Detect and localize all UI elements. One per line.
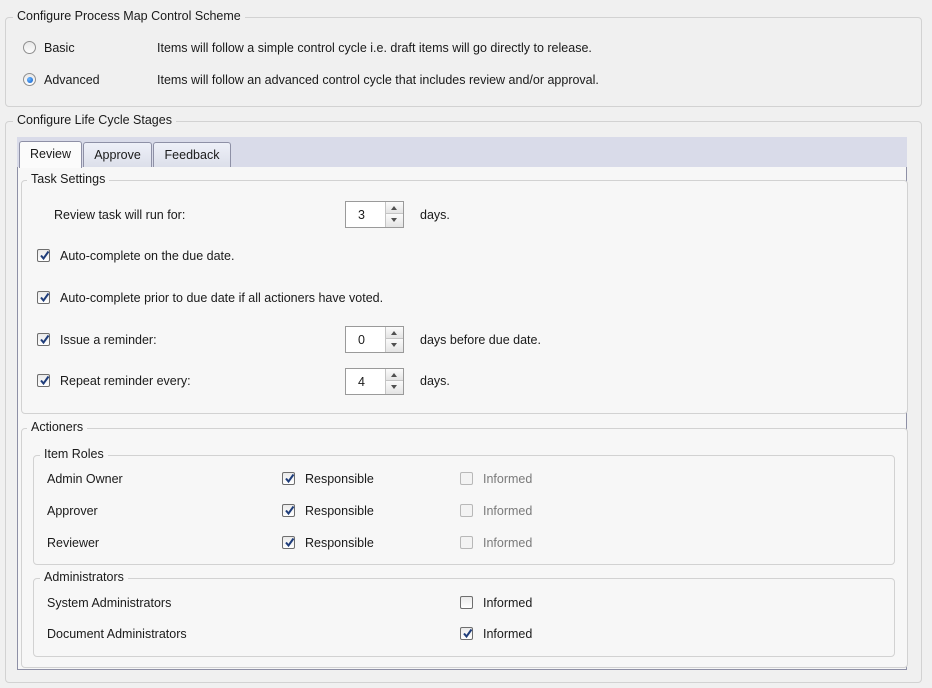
basic-description: Items will follow a simple control cycle… [157,41,592,55]
item-roles-title: Item Roles [40,447,108,461]
advanced-radio[interactable] [23,73,36,86]
run-for-value[interactable]: 3 [358,208,365,222]
actioners-title: Actioners [27,420,88,434]
check-icon [40,334,50,345]
reminder-value[interactable]: 0 [358,333,365,347]
responsible-label[interactable]: Responsible [305,472,374,486]
run-for-down-arrow-icon[interactable] [386,214,403,227]
run-for-up-arrow-icon[interactable] [386,202,403,214]
tab-review[interactable]: Review [19,141,82,168]
auto-complete-prior-label[interactable]: Auto-complete prior to due date if all a… [60,291,383,305]
run-for-spinner[interactable]: 3 [345,201,404,228]
tab-approve[interactable]: Approve [83,142,152,167]
reminder-spinner[interactable]: 0 [345,326,404,353]
control-scheme-title: Configure Process Map Control Scheme [13,9,245,23]
basic-radio[interactable] [23,41,36,54]
auto-complete-prior-checkbox[interactable] [37,291,50,304]
administrators-group [33,578,895,657]
issue-reminder-label[interactable]: Issue a reminder: [60,333,157,347]
admin-name-system: System Administrators [47,596,172,610]
responsible-label[interactable]: Responsible [305,536,374,550]
check-icon [40,292,50,303]
tab-strip: Review Approve Feedback [17,137,907,168]
reminder-up-arrow-icon[interactable] [386,327,403,339]
role-name-reviewer: Reviewer [47,536,100,550]
reviewer-informed-checkbox[interactable] [460,536,473,549]
repeat-reminder-spinner[interactable]: 4 [345,368,404,395]
system-admins-informed-checkbox[interactable] [460,596,473,609]
responsible-label[interactable]: Responsible [305,504,374,518]
role-name-admin-owner: Admin Owner [47,472,123,486]
issue-reminder-checkbox[interactable] [37,333,50,346]
repeat-reminder-label[interactable]: Repeat reminder every: [60,374,191,388]
check-icon [463,628,473,639]
role-name-approver: Approver [47,504,98,518]
check-icon [285,537,295,548]
auto-complete-due-label[interactable]: Auto-complete on the due date. [60,249,234,263]
advanced-description: Items will follow an advanced control cy… [157,73,599,87]
check-icon [40,250,50,261]
check-icon [285,473,295,484]
informed-label[interactable]: Informed [483,596,532,610]
approver-informed-checkbox[interactable] [460,504,473,517]
approver-responsible-checkbox[interactable] [282,504,295,517]
task-settings-title: Task Settings [27,172,110,186]
informed-label[interactable]: Informed [483,627,532,641]
advanced-radio-label[interactable]: Advanced [44,73,100,87]
administrators-title: Administrators [40,570,128,584]
life-cycle-title: Configure Life Cycle Stages [13,113,176,127]
admin-name-document: Document Administrators [47,627,187,641]
informed-label[interactable]: Informed [483,536,532,550]
check-icon [40,375,50,386]
repeat-reminder-unit: days. [420,374,450,388]
document-admins-informed-checkbox[interactable] [460,627,473,640]
auto-complete-due-checkbox[interactable] [37,249,50,262]
reminder-down-arrow-icon[interactable] [386,339,403,352]
run-for-unit: days. [420,208,450,222]
informed-label[interactable]: Informed [483,504,532,518]
control-scheme-group [5,17,922,107]
repeat-reminder-up-arrow-icon[interactable] [386,369,403,381]
admin-owner-informed-checkbox[interactable] [460,472,473,485]
repeat-reminder-value[interactable]: 4 [358,375,365,389]
admin-owner-responsible-checkbox[interactable] [282,472,295,485]
run-for-label: Review task will run for: [54,208,186,222]
basic-radio-label[interactable]: Basic [44,41,75,55]
reviewer-responsible-checkbox[interactable] [282,536,295,549]
repeat-reminder-down-arrow-icon[interactable] [386,381,403,394]
check-icon [285,505,295,516]
tab-feedback[interactable]: Feedback [153,142,231,167]
repeat-reminder-checkbox[interactable] [37,374,50,387]
reminder-unit: days before due date. [420,333,541,347]
informed-label[interactable]: Informed [483,472,532,486]
